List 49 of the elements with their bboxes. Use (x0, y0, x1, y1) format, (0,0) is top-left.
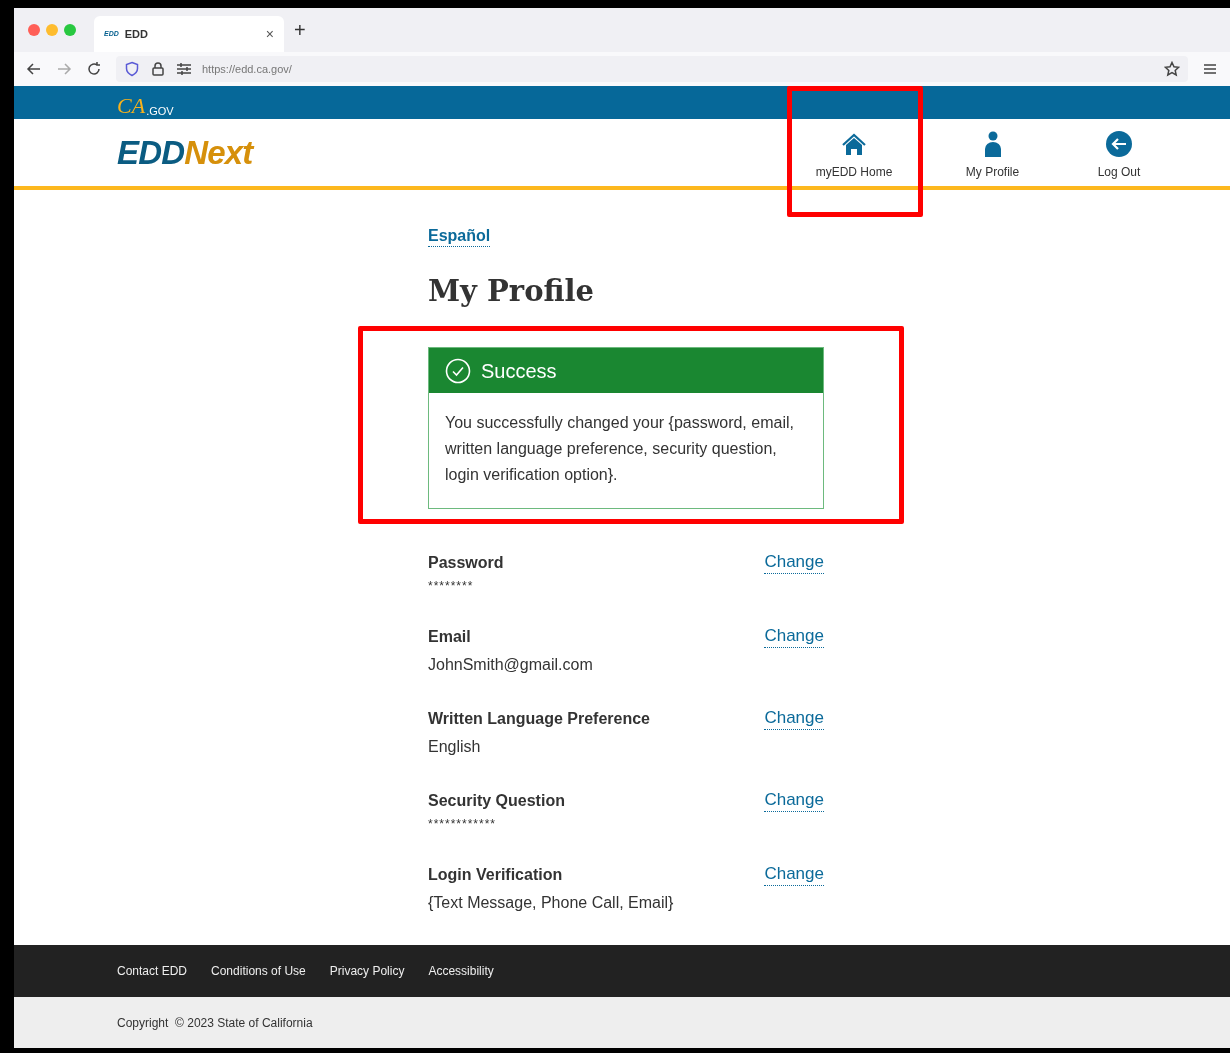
field-label: Login Verification (428, 865, 564, 886)
sliders-icon[interactable] (176, 61, 192, 77)
field-value: English (428, 737, 482, 758)
change-link[interactable]: Change (764, 863, 824, 886)
tab-title: EDD (124, 26, 149, 42)
language-link[interactable]: Español (428, 226, 491, 247)
alert-heading: Success (481, 358, 557, 384)
change-link[interactable]: Change (764, 789, 824, 812)
field-value: {Text Message, Phone Call, Email} (428, 893, 674, 914)
nav-link[interactable]: myEDD Home (780, 119, 928, 186)
nav-link[interactable]: My Profile (928, 119, 1057, 186)
field-label: Written Language Preference (428, 709, 650, 730)
field-value: ******** (428, 578, 475, 596)
change-link[interactable]: Change (764, 625, 824, 648)
back-icon[interactable] (26, 61, 42, 77)
url-text: https://edd.ca.gov/ (202, 61, 292, 77)
gov-logo-text: .GOV (146, 106, 174, 117)
footer-link[interactable]: Contact EDD (117, 962, 188, 980)
home-icon (841, 133, 867, 157)
logo-text: EDD (117, 136, 185, 169)
alert-message: You successfully changed your {password, email, written language preference, security question, login verification option}. (444, 413, 795, 486)
close-tab-button[interactable]: × (265, 23, 274, 45)
shield-icon[interactable] (124, 61, 140, 77)
page-title: My Profile (428, 273, 596, 310)
field-value: JohnSmith@gmail.com (428, 655, 593, 676)
footer-link[interactable]: Privacy Policy (329, 962, 405, 980)
nav-link[interactable]: Log Out (1057, 119, 1181, 186)
footer-link[interactable]: Conditions of Use (211, 962, 306, 980)
logo-text: Next (184, 136, 253, 169)
new-tab-button[interactable]: + (294, 15, 306, 45)
change-link[interactable]: Change (764, 551, 824, 574)
window-control-icon (64, 24, 76, 36)
star-icon[interactable] (1164, 61, 1180, 77)
check-circle-icon (445, 357, 471, 384)
field-value: ************ (428, 816, 498, 834)
lock-icon[interactable] (150, 61, 166, 77)
field-label: Email (428, 627, 472, 648)
ca-logo-text: CA (117, 95, 146, 117)
window-control-icon (28, 24, 40, 36)
menu-icon[interactable] (1202, 61, 1218, 77)
person-icon (983, 131, 1002, 157)
field-label: Security Question (428, 791, 565, 812)
field-label: Password (428, 553, 504, 574)
reload-icon[interactable] (86, 61, 102, 77)
address-bar[interactable]: https://edd.ca.gov/ (116, 56, 1188, 82)
copyright-text: Copyright © 2023 State of California (117, 1014, 313, 1032)
footer-link[interactable]: Accessibility (428, 962, 494, 980)
change-link[interactable]: Change (764, 707, 824, 730)
window-control-icon (46, 24, 58, 36)
